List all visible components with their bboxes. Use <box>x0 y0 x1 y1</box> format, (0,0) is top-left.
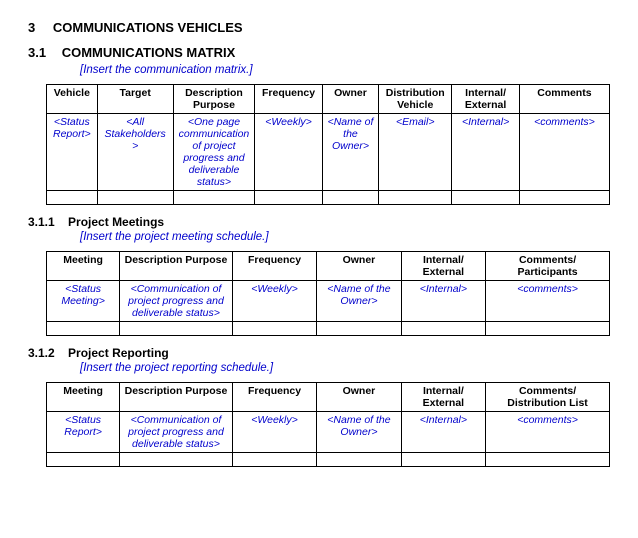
col-header: Owner <box>317 383 401 412</box>
cell: <Communication of project progress and d… <box>120 412 233 453</box>
col-header: Internal/ External <box>401 252 485 281</box>
table-header-row: Meeting Description Purpose Frequency Ow… <box>47 252 610 281</box>
cell: <Internal> <box>452 114 520 191</box>
col-header: Comments/ Distribution List <box>486 383 610 412</box>
col-header: Comments/ Participants <box>486 252 610 281</box>
cell: <comments> <box>519 114 609 191</box>
col-header: Distribution Vehicle <box>379 85 452 114</box>
cell: <Weekly> <box>232 281 316 322</box>
cell: <Status Report> <box>47 412 120 453</box>
heading-number: 3.1.1 <box>28 215 55 229</box>
cell: <Weekly> <box>255 114 323 191</box>
cell: <Status Report> <box>47 114 98 191</box>
col-header: Target <box>97 85 173 114</box>
heading-number: 3 <box>28 20 35 35</box>
table-header-row: Vehicle Target Description Purpose Frequ… <box>47 85 610 114</box>
col-header: Description Purpose <box>120 383 233 412</box>
cell: <Name of the Owner> <box>322 114 378 191</box>
table-row-empty <box>47 191 610 205</box>
col-header: Internal/ External <box>452 85 520 114</box>
col-header: Owner <box>322 85 378 114</box>
table-header-row: Meeting Description Purpose Frequency Ow… <box>47 383 610 412</box>
col-header: Meeting <box>47 252 120 281</box>
heading-text: Project Reporting <box>68 346 169 360</box>
col-header: Description Purpose <box>173 85 255 114</box>
cell: <comments> <box>486 281 610 322</box>
col-header: Frequency <box>232 383 316 412</box>
table-row-empty <box>47 322 610 336</box>
cell: <Communication of project progress and d… <box>120 281 233 322</box>
col-header: Owner <box>317 252 401 281</box>
cell: <All Stakeholders> <box>97 114 173 191</box>
instruction-text: [Insert the communication matrix.] <box>80 64 610 76</box>
cell: <Internal> <box>401 281 485 322</box>
instruction-text: [Insert the project reporting schedule.] <box>80 362 610 374</box>
col-header: Frequency <box>255 85 323 114</box>
heading-text: COMMUNICATIONS VEHICLES <box>53 20 243 35</box>
cell: <comments> <box>486 412 610 453</box>
section-heading-3: 3 COMMUNICATIONS VEHICLES <box>28 20 610 35</box>
cell: <Weekly> <box>232 412 316 453</box>
project-meetings-table: Meeting Description Purpose Frequency Ow… <box>46 251 610 336</box>
cell: <Email> <box>379 114 452 191</box>
table-row: <Status Report> <Communication of projec… <box>47 412 610 453</box>
section-heading-3-1: 3.1 COMMUNICATIONS MATRIX <box>28 45 610 60</box>
cell: <Name of the Owner> <box>317 281 401 322</box>
col-header: Meeting <box>47 383 120 412</box>
cell: <Status Meeting> <box>47 281 120 322</box>
section-heading-3-1-2: 3.1.2 Project Reporting <box>28 346 610 360</box>
col-header: Frequency <box>232 252 316 281</box>
heading-text: Project Meetings <box>68 215 164 229</box>
col-header: Vehicle <box>47 85 98 114</box>
cell: <Name of the Owner> <box>317 412 401 453</box>
cell: <Internal> <box>401 412 485 453</box>
communications-matrix-table: Vehicle Target Description Purpose Frequ… <box>46 84 610 205</box>
section-heading-3-1-1: 3.1.1 Project Meetings <box>28 215 610 229</box>
heading-text: COMMUNICATIONS MATRIX <box>62 45 236 60</box>
instruction-text: [Insert the project meeting schedule.] <box>80 231 610 243</box>
table-row-empty <box>47 453 610 467</box>
table-row: <Status Meeting> <Communication of proje… <box>47 281 610 322</box>
cell: <One page communication of project progr… <box>173 114 255 191</box>
project-reporting-table: Meeting Description Purpose Frequency Ow… <box>46 382 610 467</box>
col-header: Description Purpose <box>120 252 233 281</box>
table-row: <Status Report> <All Stakeholders> <One … <box>47 114 610 191</box>
heading-number: 3.1 <box>28 45 46 60</box>
heading-number: 3.1.2 <box>28 346 55 360</box>
col-header: Internal/ External <box>401 383 485 412</box>
col-header: Comments <box>519 85 609 114</box>
